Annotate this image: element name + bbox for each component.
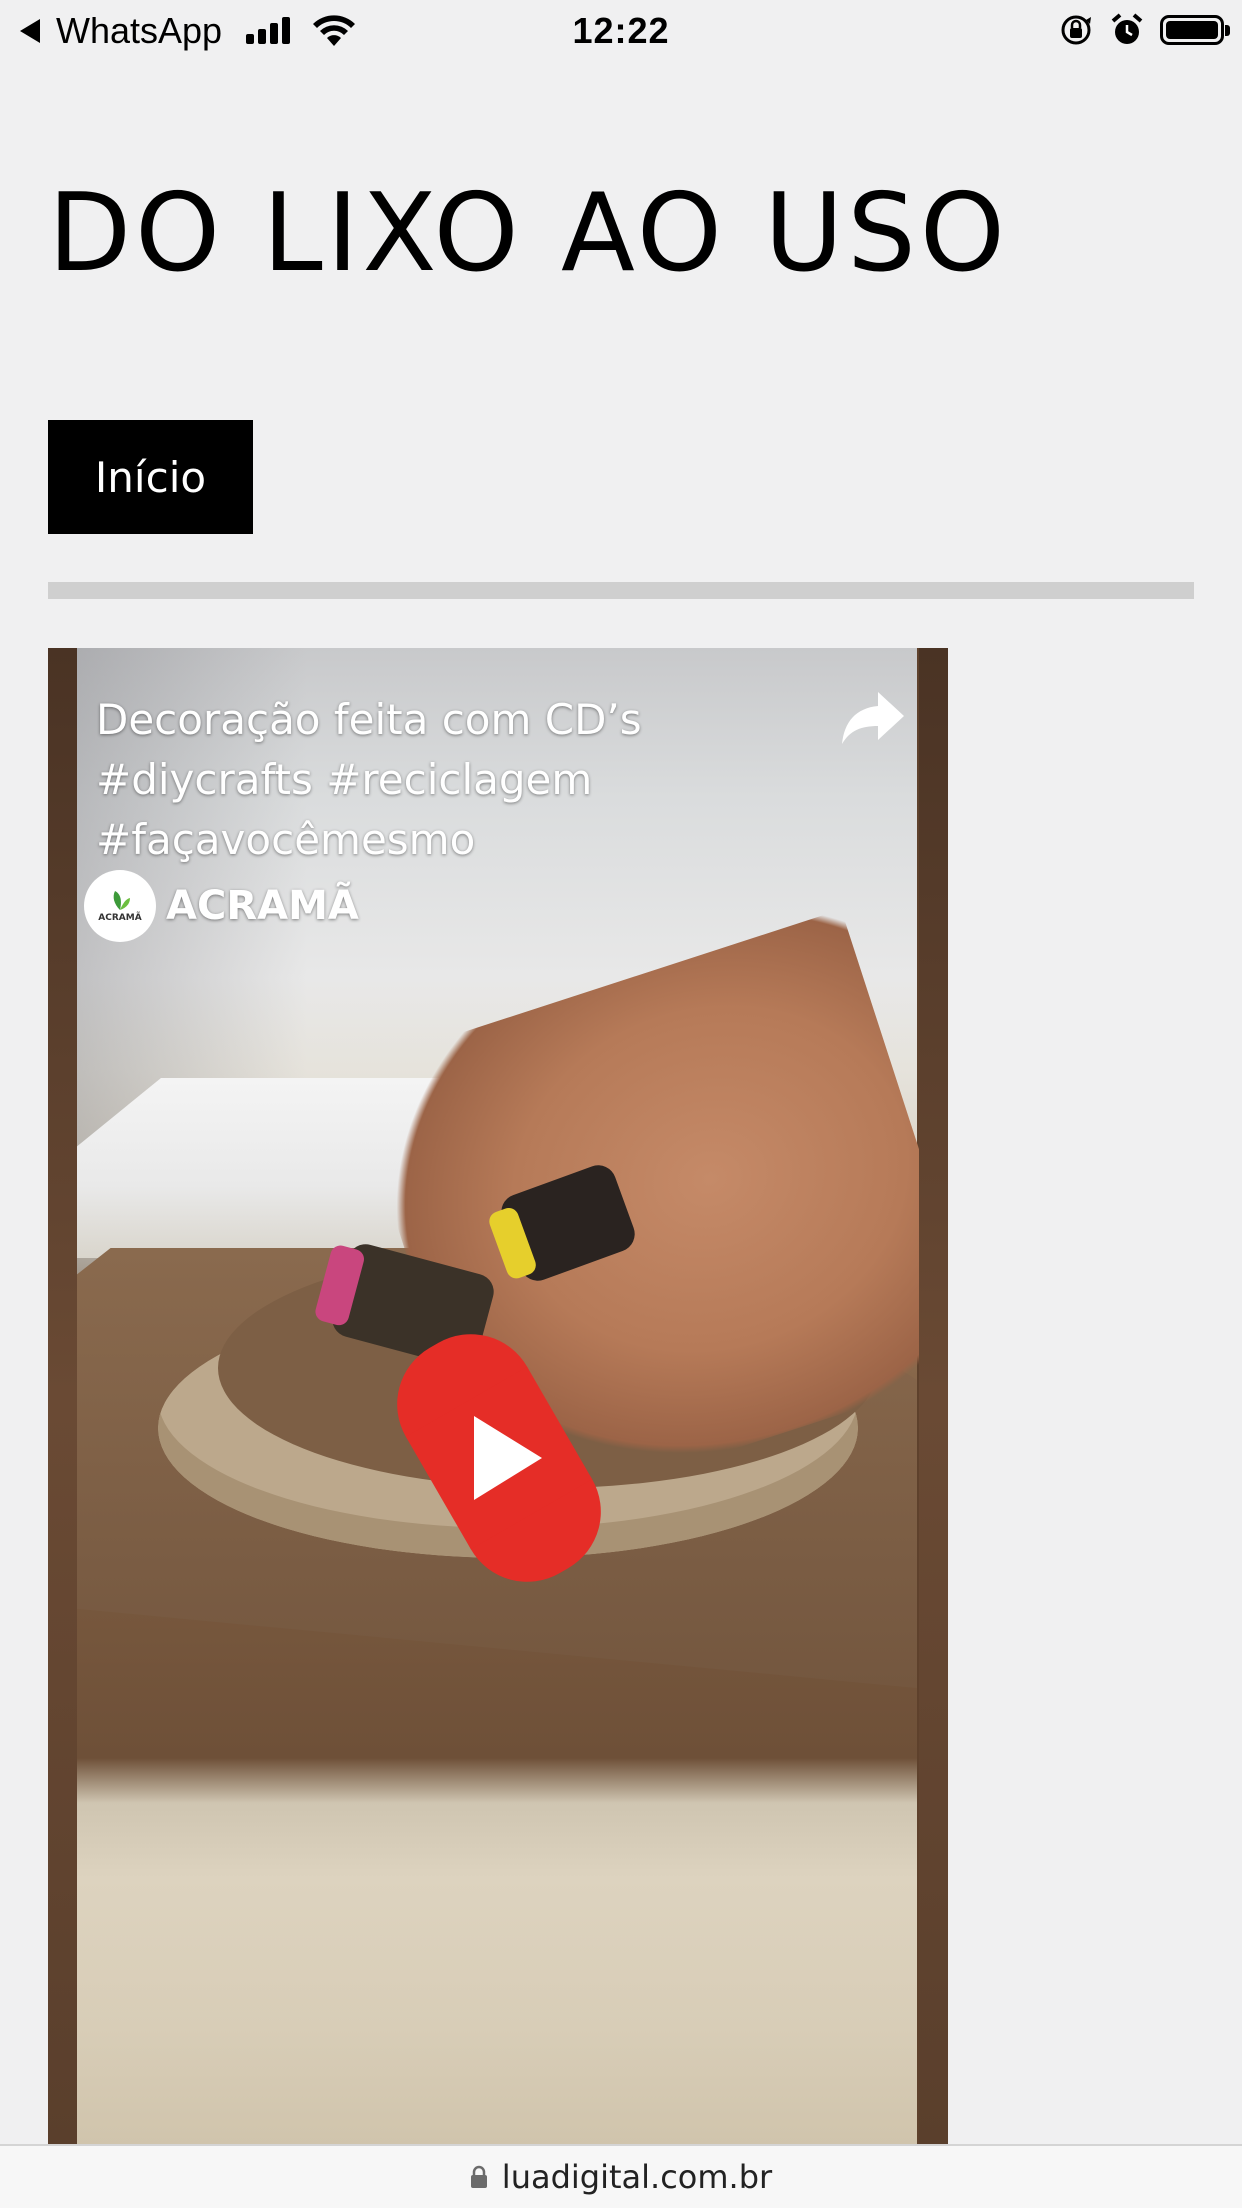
channel-avatar[interactable]: ACRAMÃ (84, 870, 156, 942)
avatar-label: ACRAMÃ (98, 913, 142, 923)
video-title[interactable]: Decoração feita com CD’s #diycrafts #rec… (96, 690, 796, 870)
home-nav-button[interactable]: Início (48, 420, 253, 534)
orientation-lock-icon (1061, 15, 1091, 45)
youtube-shorts-play-icon[interactable] (394, 1318, 604, 1598)
site-title: DO LIXO AO USO (48, 171, 1009, 296)
youtube-shorts-embed[interactable]: Decoração feita com CD’s #diycrafts #rec… (48, 648, 948, 2148)
divider (48, 582, 1194, 599)
channel-name[interactable]: ACRAMÃ (166, 883, 359, 929)
channel-link[interactable]: ACRAMÃ ACRAMÃ (84, 870, 359, 942)
url-bar[interactable]: luadigital.com.br (0, 2144, 1242, 2208)
status-bar: WhatsApp 12:22 (0, 0, 1242, 62)
status-time: 12:22 (572, 10, 670, 51)
page: WhatsApp 12:22 DO LIXO AO USO Início Dec… (0, 0, 1242, 2208)
url-text: luadigital.com.br (501, 2158, 773, 2196)
lock-icon (470, 2165, 487, 2188)
battery-icon (1160, 15, 1230, 45)
status-icons (1058, 12, 1230, 48)
alarm-icon (1111, 13, 1143, 44)
leaf-icon (113, 891, 130, 910)
share-icon[interactable] (838, 688, 908, 748)
